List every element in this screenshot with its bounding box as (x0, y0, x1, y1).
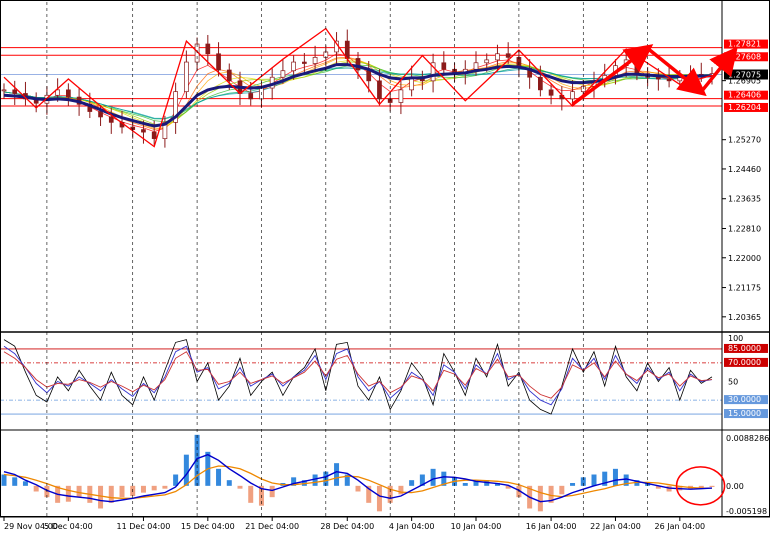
candle-body (666, 78, 672, 82)
macd-histogram-bar (709, 485, 715, 487)
macd-histogram-bar (591, 474, 597, 486)
candle-body (98, 111, 103, 118)
candle-body (151, 131, 157, 139)
macd-histogram-bar (33, 485, 39, 492)
macd-histogram-bar (409, 480, 415, 486)
candle-body (398, 89, 404, 103)
time-tick-label: 28 Dec 04:00 (320, 522, 374, 531)
macd-histogram-bar (22, 481, 28, 486)
trading-chart[interactable]: 1.269051.252701.244601.236351.228101.220… (0, 0, 770, 535)
macd-histogram-bar (65, 485, 71, 502)
candle-body (205, 43, 211, 55)
time-tick-label: 21 Dec 04:00 (245, 522, 299, 531)
macd-histogram-bar (355, 485, 361, 492)
macd-histogram-bar (226, 480, 232, 486)
macd-histogram-bar (162, 485, 168, 489)
macd-histogram-bar (1, 474, 7, 486)
macd-histogram-bar (140, 485, 146, 493)
macd-histogram-bar (376, 485, 382, 512)
candle-body (302, 61, 307, 64)
time-axis: 29 Nov 04:005 Dec 04:00 11 Dec 04:00 15 De… (3, 517, 705, 531)
candle-body (484, 59, 490, 64)
candle-body (312, 57, 318, 64)
stochastic-level-label: 30.0000 (728, 395, 761, 404)
level-tag-label: 1.26406 (728, 91, 761, 100)
macd-histogram-bar (151, 485, 157, 491)
macd-panel[interactable]: 0.0088286 0.00 -0.005198 (1, 434, 770, 516)
candle-body (505, 53, 511, 58)
macd-histogram-bar (462, 483, 468, 486)
macd-histogram-bar (248, 485, 254, 503)
stochastic-level-label: 85.0000 (728, 344, 761, 353)
macd-histogram-bar (612, 468, 618, 486)
macd-tick-label: 0.00 (726, 482, 744, 491)
candle-body (1, 89, 7, 92)
candle-body (495, 53, 500, 61)
candle-body (441, 62, 447, 70)
candle-body (291, 61, 296, 72)
candle-body (656, 76, 661, 80)
macd-histogram-bar (183, 454, 189, 486)
macd-histogram-bar (119, 485, 125, 498)
price-panel[interactable]: 1.269051.252701.244601.236351.228101.220… (0, 27, 768, 322)
candle-body (12, 89, 18, 94)
price-tick-label: 1.25270 (728, 136, 761, 145)
time-tick-label: 15 Dec 04:00 (181, 522, 235, 531)
stochastic-level-label: 15.0000 (728, 409, 761, 418)
macd-histogram-bar (216, 468, 222, 486)
time-tick-label: 11 Dec 04:00 (117, 522, 171, 531)
macd-tick-label: 0.0088286 (726, 434, 769, 443)
candle-body (216, 53, 221, 71)
macd-histogram-bar (559, 485, 565, 495)
stochastic-level-label: 70.0000 (728, 358, 761, 367)
macd-histogram-bar (76, 485, 82, 498)
candle-body (473, 62, 479, 70)
macd-histogram-bar (108, 485, 114, 503)
price-tick-label: 1.20365 (728, 313, 761, 322)
macd-histogram-bar (98, 485, 104, 509)
macd-tick-label: -0.005198 (726, 507, 767, 516)
candle-body (141, 129, 146, 133)
macd-histogram-bar (570, 483, 576, 486)
macd-histogram-bar (430, 468, 436, 486)
current-price-label: 1.27075 (728, 71, 761, 80)
stochastic-panel[interactable]: 85.0000 70.0000 30.0000 15.0000 100 50 (0, 334, 768, 419)
macd-histogram-bar (312, 474, 318, 486)
candle-body (248, 93, 254, 100)
candle-body (108, 116, 114, 123)
price-tick-label: 1.21175 (728, 284, 761, 293)
macd-histogram-bar (269, 485, 275, 498)
candle-body (538, 76, 543, 91)
price-tick-label: 1.22810 (728, 225, 761, 234)
time-tick-label: 4 Jan 04:00 (389, 522, 435, 531)
price-tick-label: 1.24460 (728, 165, 761, 174)
macd-histogram-bar (537, 485, 543, 512)
time-tick-label: 5 Dec 04:00 (44, 522, 93, 531)
time-tick-label: 16 Jan 04:00 (526, 522, 577, 531)
level-tag-label: 1.26204 (728, 103, 761, 112)
candle-body (570, 91, 575, 100)
time-tick-label: 10 Jan 04:00 (451, 522, 502, 531)
price-tick-label: 1.23635 (728, 195, 761, 204)
macd-histogram-bar (12, 477, 18, 486)
macd-histogram-bar (334, 463, 340, 486)
time-tick-label: 22 Jan 04:00 (590, 522, 641, 531)
price-tick-label: 1.22000 (728, 254, 761, 263)
candle-body (66, 89, 71, 98)
candle-body (280, 70, 286, 78)
macd-histogram-bar (398, 485, 404, 495)
stochastic-tick-label: 50 (728, 378, 738, 387)
candle-body (634, 59, 640, 74)
zigzag-line (3, 27, 713, 148)
candle-body (377, 80, 382, 100)
forecast-arrow (571, 44, 654, 106)
candle-body (184, 61, 189, 93)
stochastic-tick-label: 100 (728, 334, 743, 343)
level-tag-label: 1.27821 (728, 40, 761, 49)
candle-body (226, 69, 232, 82)
macd-histogram-bar (237, 485, 243, 489)
candle-body (548, 89, 554, 96)
time-tick-label: 26 Jan 04:00 (654, 522, 705, 531)
candle-body (366, 69, 372, 82)
